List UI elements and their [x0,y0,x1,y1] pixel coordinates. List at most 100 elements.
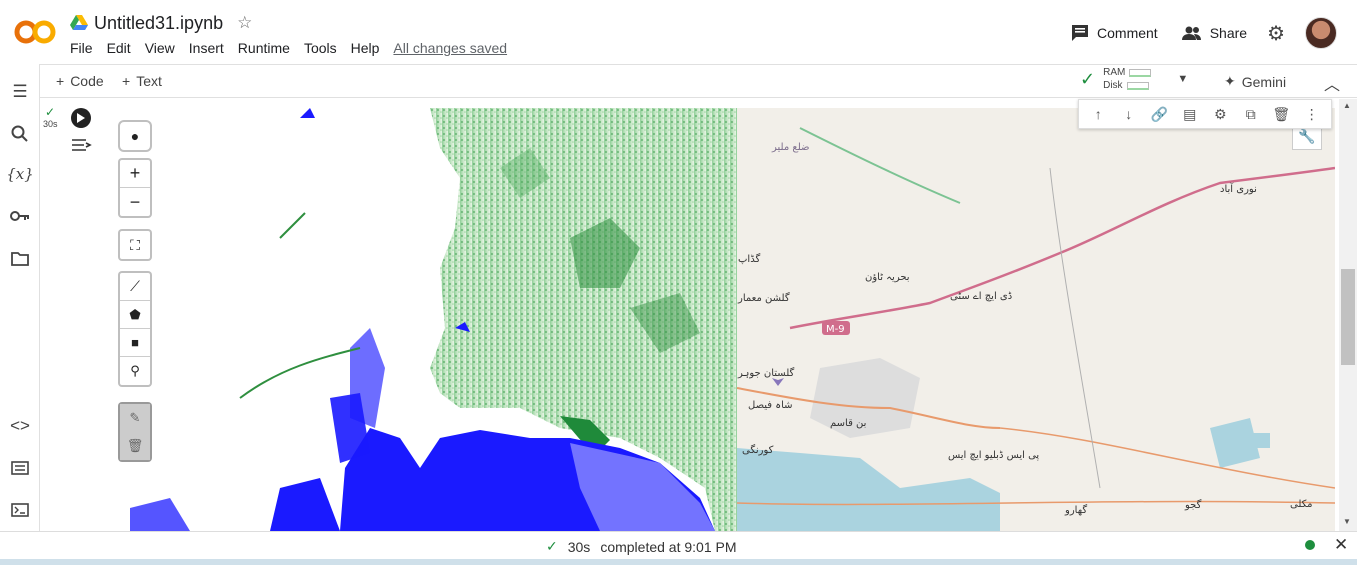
cell-settings-gear-icon[interactable]: ⚙ [1209,103,1231,125]
zoom-in-button[interactable]: + [120,160,150,188]
cell-toolbar: ↑ ↓ 🔗 ▤ ⚙ ⧉ 🗑 ⋮ [1078,99,1332,129]
map-label-pipri: پی ایس ڈبلیو ایچ ایس [948,450,1039,461]
run-cell-button[interactable] [71,108,91,128]
menu-help[interactable]: Help [351,40,380,56]
comment-label: Comment [1097,25,1158,41]
secrets-key-icon[interactable] [8,204,32,228]
header-actions: Comment Share ⚙ [1047,16,1337,50]
status-bar: ✓ 30s completed at 9:01 PM ✕ [0,531,1357,559]
command-palette-icon[interactable] [8,456,32,480]
add-code-label: Code [70,73,104,89]
add-text-button[interactable]: + Text [122,73,162,89]
zoom-control: + − [118,158,152,218]
save-status-link[interactable]: All changes saved [393,40,507,56]
cell-gutter: ✓ 30s [40,99,100,531]
delete-layers-icon[interactable]: 🗑 [120,432,150,460]
draw-polygon-icon[interactable]: ⬟ [120,301,150,329]
map-label-gujo: گجو [1184,499,1202,511]
terminal-icon[interactable] [8,498,32,522]
left-sidebar: ☰ {x} <> [0,64,40,534]
share-people-icon [1181,26,1201,40]
fullscreen-icon[interactable]: ⛶ [120,231,150,259]
menu-view[interactable]: View [145,40,175,56]
runtime-dropdown-icon[interactable]: ▼ [1177,73,1188,85]
map-label-korangi: کورنگی [742,444,774,456]
variables-icon[interactable]: {x} [6,162,34,186]
scroll-down-arrow-icon[interactable]: ▼ [1343,517,1351,526]
collapse-chevron-icon[interactable]: ︿ [1324,71,1340,95]
play-icon [77,113,85,123]
header: Untitled31.ipynb ☆ File Edit View Insert… [0,0,1357,64]
close-status-icon[interactable]: ✕ [1334,535,1348,555]
globe-icon[interactable]: ● [120,122,150,150]
avatar[interactable] [1305,17,1337,49]
disk-bar [1126,81,1149,90]
runtime-resources[interactable]: ✓ RAM Disk ▼ [1080,67,1188,91]
settings-gear-icon[interactable]: ⚙ [1267,21,1285,46]
edit-toolbar: ✎ 🗑 [118,402,152,462]
map-label-m9: M-9 [826,324,845,335]
files-folder-icon[interactable] [8,246,32,270]
disk-label: Disk [1103,80,1123,91]
share-label: Share [1209,25,1248,41]
gemini-button[interactable]: ✦ Gemini [1224,73,1286,90]
mirror-cell-icon[interactable]: ⧉ [1240,103,1262,125]
connected-check-icon: ✓ [1080,68,1096,89]
status-duration: 30s [567,538,591,555]
basemap-toggle-control: ● [118,120,152,152]
status-check-icon: ✓ [546,538,558,554]
status-completed-text: completed at 9:01 PM [600,538,737,555]
menu-edit[interactable]: Edit [107,40,131,56]
edit-layers-icon[interactable]: ✎ [120,404,150,432]
scrollbar-thumb[interactable] [1341,269,1355,365]
add-text-label: Text [136,73,162,89]
search-icon[interactable] [8,122,32,146]
map-canvas: ضلع ملیر نوری آباد گڈاپ گلشن معمار بحریہ… [130,108,1335,531]
map-label-gulistan-jauhar: گلستان جوہر [737,367,795,379]
menu-file[interactable]: File [70,40,93,56]
comment-icon [1072,25,1089,41]
menu-insert[interactable]: Insert [189,40,224,56]
move-down-arrow-icon[interactable]: ↓ [1118,103,1140,125]
comment-button[interactable]: Comment [1071,24,1158,42]
delete-cell-trash-icon[interactable]: 🗑 [1270,103,1292,125]
map-label-dha-city: ڈی ایچ اے سٹی [950,291,1012,302]
map-label-makli: مکلی [1290,499,1313,510]
vertical-scrollbar[interactable]: ▲ ▼ [1339,99,1357,531]
zoom-out-button[interactable]: − [120,188,150,216]
cell-comment-icon[interactable]: ▤ [1179,103,1201,125]
menu-runtime[interactable]: Runtime [238,40,290,56]
ram-bar [1129,68,1152,77]
menu-tools[interactable]: Tools [304,40,337,56]
gemini-label: Gemini [1241,73,1287,90]
more-options-icon[interactable]: ⋮ [1301,103,1323,125]
connection-status-dot-icon [1305,540,1315,550]
draw-rectangle-icon[interactable]: ■ [120,329,150,357]
map-label-shah-faisal: شاہ فیصل [748,400,793,411]
draw-polyline-icon[interactable]: ⟋ [120,273,150,301]
link-icon[interactable]: 🔗 [1148,103,1170,125]
cell-success-check-icon: ✓ [45,105,56,119]
code-snippets-icon[interactable]: <> [8,414,32,438]
colab-logo[interactable] [14,18,56,46]
map-output[interactable]: ضلع ملیر نوری آباد گڈاپ گلشن معمار بحریہ… [100,108,1335,531]
map-label-gadap: گڈاپ [738,253,760,265]
table-of-contents-icon[interactable]: ☰ [8,80,32,104]
star-icon[interactable]: ☆ [237,13,252,33]
plus-icon: + [56,73,65,89]
draw-marker-icon[interactable]: ⚲ [120,357,150,385]
notebook-title[interactable]: Untitled31.ipynb [94,13,223,34]
map-label-bahria-town: بحریہ ٹاؤن [865,272,910,283]
output-options-icon[interactable] [71,137,93,153]
map-label-bin-qasim: بن قاسم [830,418,866,429]
cell-exec-time: 30s [43,119,58,129]
add-code-button[interactable]: + Code [56,73,104,89]
map-label-noori-abad: نوری آباد [1220,182,1257,195]
share-button[interactable]: Share [1181,25,1248,41]
scroll-up-arrow-icon[interactable]: ▲ [1343,101,1351,110]
map-label-malir: ضلع ملیر [771,142,810,153]
move-up-arrow-icon[interactable]: ↑ [1087,103,1109,125]
resource-meters: RAM Disk [1103,67,1152,91]
fullscreen-control: ⛶ [118,229,152,261]
notebook-toolbar: + Code + Text ✓ RAM Disk ▼ ✦ Gemini ︿ [40,64,1357,98]
